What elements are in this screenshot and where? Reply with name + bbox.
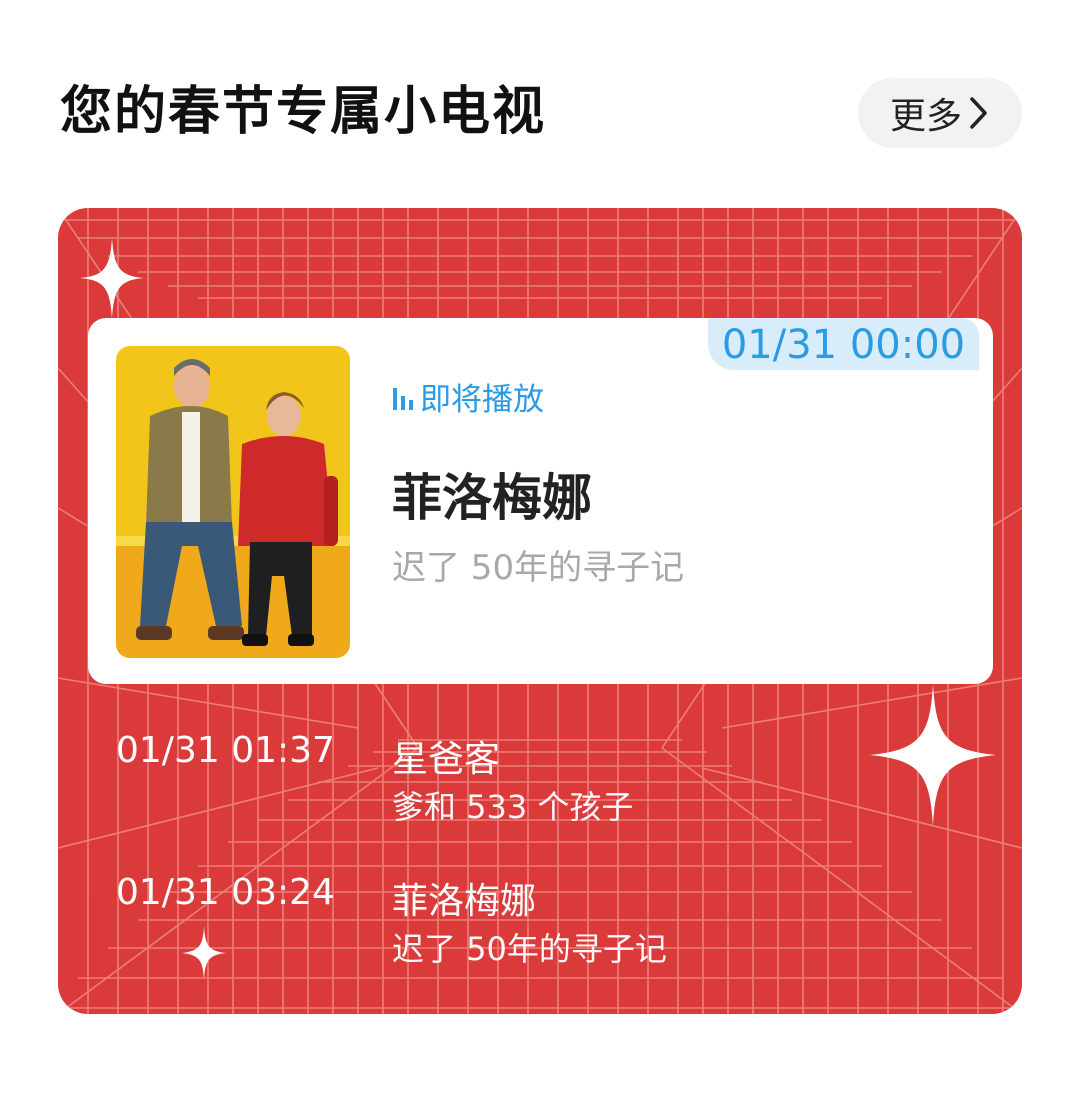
sparkle-icon	[80, 238, 144, 318]
schedule-title: 星爸客	[392, 739, 501, 780]
now-playing-panel[interactable]: 01/31 00:00 即将播放 菲洛梅娜 迟了 50年的寻子记	[88, 318, 993, 684]
tv-schedule-card[interactable]: 01/31 00:00 即将播放 菲洛梅娜 迟了 50年的寻子记 01/31 0…	[58, 208, 1022, 1014]
more-label: 更多	[889, 96, 962, 137]
schedule-time: 01/31 03:24	[116, 872, 335, 913]
schedule-subtitle: 迟了 50年的寻子记	[392, 930, 667, 968]
schedule-time: 01/31 01:37	[116, 730, 335, 771]
status-indicator: 即将播放	[392, 374, 544, 419]
sound-bars-icon	[393, 387, 413, 410]
sparkle-icon	[870, 684, 996, 826]
more-button[interactable]: 更多	[858, 78, 1022, 148]
sparkle-icon	[182, 926, 226, 980]
section-title: 您的春节专属小电视	[60, 82, 547, 142]
status-label: 即将播放	[420, 382, 544, 418]
schedule-subtitle: 爹和 533 个孩子	[392, 788, 634, 826]
now-playing-time-badge: 01/31 00:00	[708, 318, 979, 370]
now-playing-title: 菲洛梅娜	[392, 469, 592, 527]
movie-poster	[116, 346, 350, 658]
schedule-title: 菲洛梅娜	[392, 881, 537, 922]
now-playing-subtitle: 迟了 50年的寻子记	[392, 548, 685, 588]
chevron-right-icon	[970, 97, 987, 129]
